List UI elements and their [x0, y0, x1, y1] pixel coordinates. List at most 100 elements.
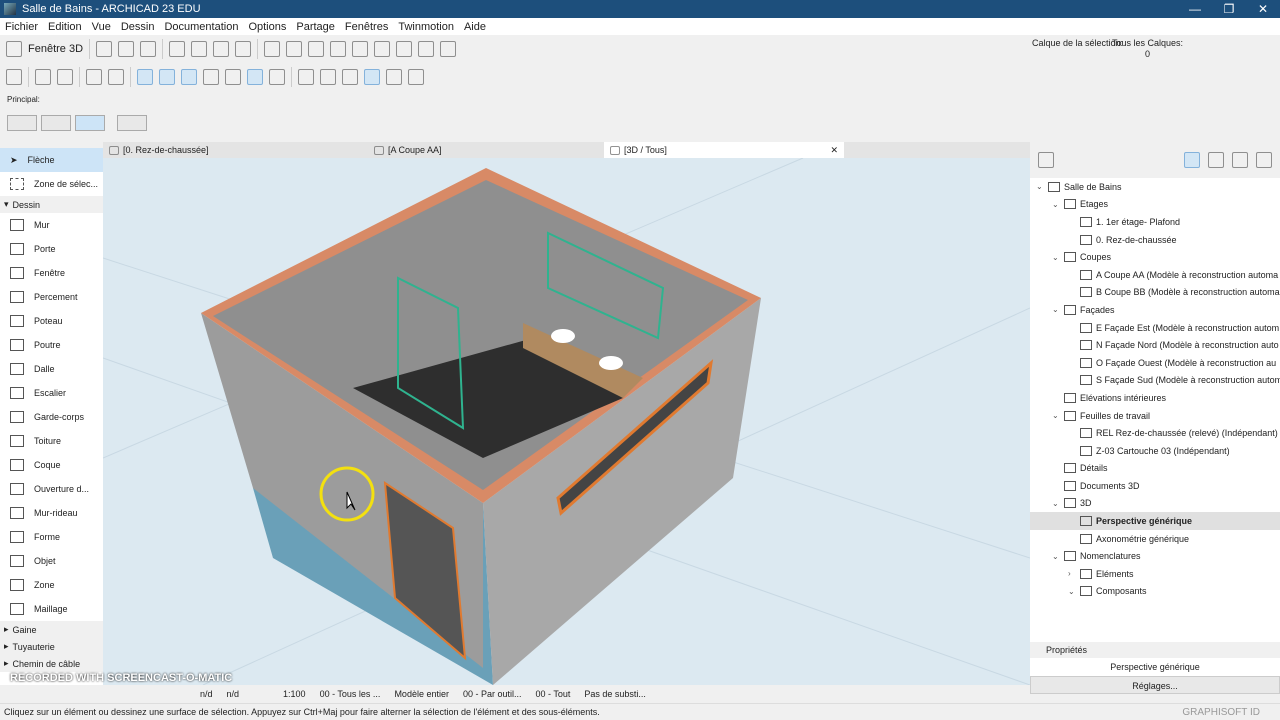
tree-item[interactable]: ⌄ 3D	[1030, 495, 1280, 513]
group-dessin[interactable]: ▾ Dessin	[0, 196, 103, 213]
tool-5[interactable]: Poutre	[0, 333, 103, 357]
undo-icon[interactable]	[35, 68, 51, 85]
renovation-filter-select[interactable]: Pas de substi...	[584, 689, 646, 699]
layer-combination-select[interactable]: 00 - Tous les ...	[320, 689, 381, 699]
marquee-button[interactable]	[41, 115, 71, 131]
select-mode-button[interactable]	[7, 115, 37, 131]
tree-item[interactable]: Axonométrie générique	[1030, 530, 1280, 548]
filter-icon[interactable]	[235, 40, 252, 57]
tool-15[interactable]: Zone	[0, 573, 103, 597]
tree-item[interactable]: S Façade Sud (Modèle à reconstruction au…	[1030, 372, 1280, 390]
tree-item[interactable]: Z-03 Cartouche 03 (Indépendant)	[1030, 442, 1280, 460]
model-view-select[interactable]: Modèle entier	[394, 689, 449, 699]
tab-rez-de-chaussee[interactable]: [0. Rez-de-chaussée]	[103, 142, 368, 158]
trace-icon[interactable]	[364, 68, 380, 85]
eyedropper-icon[interactable]	[86, 68, 102, 85]
frame-icon[interactable]	[225, 68, 241, 85]
redo-icon[interactable]	[57, 68, 73, 85]
tool-14[interactable]: Objet	[0, 549, 103, 573]
tree-item[interactable]: ⌄ Feuilles de travail	[1030, 407, 1280, 425]
scale-select[interactable]: 1:100	[283, 689, 306, 699]
camera-icon[interactable]	[191, 40, 208, 57]
tree-item[interactable]: ⌄ Coupes	[1030, 248, 1280, 266]
chevron-icon[interactable]: ⌄	[1052, 411, 1060, 420]
menu-dessin[interactable]: Dessin	[116, 21, 160, 33]
scissors-icon[interactable]	[298, 68, 314, 85]
tree-item[interactable]: O Façade Ouest (Modèle à reconstruction …	[1030, 354, 1280, 372]
window-3d-icon[interactable]	[6, 40, 22, 57]
close-tab-icon[interactable]: ✕	[830, 145, 838, 156]
tree-item[interactable]: B Coupe BB (Modèle à reconstruction auto…	[1030, 284, 1280, 302]
globe-icon[interactable]	[386, 68, 402, 85]
tab-coupe-aa[interactable]: [A Coupe AA]	[368, 142, 604, 158]
check-icon[interactable]	[408, 68, 424, 85]
chevron-icon[interactable]: ⌄	[1052, 305, 1060, 314]
menu-fichier[interactable]: Fichier	[0, 21, 43, 33]
syringe-icon[interactable]	[108, 68, 124, 85]
tool-7[interactable]: Escalier	[0, 381, 103, 405]
chevron-icon[interactable]: ⌄	[1052, 253, 1060, 262]
navigator-menu-icon[interactable]	[1038, 152, 1054, 168]
tree-item[interactable]: A Coupe AA (Modèle à reconstruction auto…	[1030, 266, 1280, 284]
cube-icon[interactable]	[118, 40, 135, 57]
menu-twinmotion[interactable]: Twinmotion	[393, 21, 459, 33]
suspend-groups-icon[interactable]	[247, 68, 263, 85]
tree-item[interactable]: REL Rez-de-chaussée (relevé) (Indépendan…	[1030, 424, 1280, 442]
mvo-select[interactable]: 00 - Tout	[536, 689, 571, 699]
layout-book-icon[interactable]	[1232, 152, 1248, 168]
guide-icon[interactable]	[159, 68, 175, 85]
chevron-icon[interactable]: ⌄	[1052, 552, 1060, 561]
menu-fenetres[interactable]: Fenêtres	[340, 21, 393, 33]
eye-icon[interactable]	[440, 40, 457, 57]
tool-0[interactable]: Mur	[0, 213, 103, 237]
tab-3d[interactable]: [3D / Tous] ✕	[604, 142, 844, 158]
tree-item[interactable]: E Façade Est (Modèle à reconstruction au…	[1030, 319, 1280, 337]
menu-partage[interactable]: Partage	[291, 21, 340, 33]
menu-aide[interactable]: Aide	[459, 21, 491, 33]
box-icon[interactable]	[96, 40, 113, 57]
tree-item[interactable]: 0. Rez-de-chaussée	[1030, 231, 1280, 249]
magnet-button[interactable]	[75, 115, 105, 131]
pen-set-select[interactable]: 00 - Par outil...	[463, 689, 522, 699]
tree-item[interactable]: ⌄ Façades	[1030, 301, 1280, 319]
snapshot-icon[interactable]	[352, 40, 369, 57]
tree-item[interactable]: Elévations intérieures	[1030, 389, 1280, 407]
tool-zone-selection[interactable]: Zone de sélec...	[0, 172, 103, 196]
tool-10[interactable]: Coque	[0, 453, 103, 477]
group-chemin-de-cable[interactable]: ▸ Chemin de câble	[0, 655, 103, 672]
minimize-button[interactable]: —	[1178, 0, 1212, 18]
tree-item[interactable]: ⌄ Etages	[1030, 196, 1280, 214]
tree-item[interactable]: N Façade Nord (Modèle à reconstruction a…	[1030, 336, 1280, 354]
tool-2[interactable]: Fenêtre	[0, 261, 103, 285]
grid-icon[interactable]	[203, 68, 219, 85]
tool-13[interactable]: Forme	[0, 525, 103, 549]
publisher-icon[interactable]	[1256, 152, 1272, 168]
undo-status[interactable]: n/d	[200, 689, 213, 699]
tree-item[interactable]: Perspective générique	[1030, 512, 1280, 530]
tool-11[interactable]: Ouverture d...	[0, 477, 103, 501]
chevron-icon[interactable]: ⌄	[1052, 200, 1060, 209]
tool-16[interactable]: Maillage	[0, 597, 103, 621]
ruler-icon[interactable]	[137, 68, 153, 85]
render-icon[interactable]	[308, 40, 325, 57]
redo-status[interactable]: n/d	[227, 689, 240, 699]
tool-8[interactable]: Garde-corps	[0, 405, 103, 429]
star-icon[interactable]	[342, 68, 358, 85]
tree-item[interactable]: › Eléments	[1030, 565, 1280, 583]
chevron-icon[interactable]: ⌄	[1068, 587, 1076, 596]
window-3d-button[interactable]: Fenêtre 3D	[28, 43, 83, 55]
tool-1[interactable]: Porte	[0, 237, 103, 261]
close-button[interactable]: ✕	[1246, 0, 1280, 18]
walk-icon[interactable]	[169, 40, 186, 57]
zoom-icon[interactable]	[286, 40, 303, 57]
magic-icon[interactable]	[320, 68, 336, 85]
project-map-icon[interactable]	[1184, 152, 1200, 168]
coordinates-icon[interactable]	[181, 68, 197, 85]
group-tuyauterie[interactable]: ▸ Tuyauterie	[0, 638, 103, 655]
maximize-button[interactable]: ❐	[1212, 0, 1246, 18]
chevron-icon[interactable]: ⌄	[1036, 182, 1044, 191]
tree-item[interactable]: Détails	[1030, 460, 1280, 478]
graphisoft-id-button[interactable]: GRAPHISOFT ID	[1182, 707, 1260, 718]
tree-item[interactable]: ⌄ Composants	[1030, 583, 1280, 601]
tool-9[interactable]: Toiture	[0, 429, 103, 453]
